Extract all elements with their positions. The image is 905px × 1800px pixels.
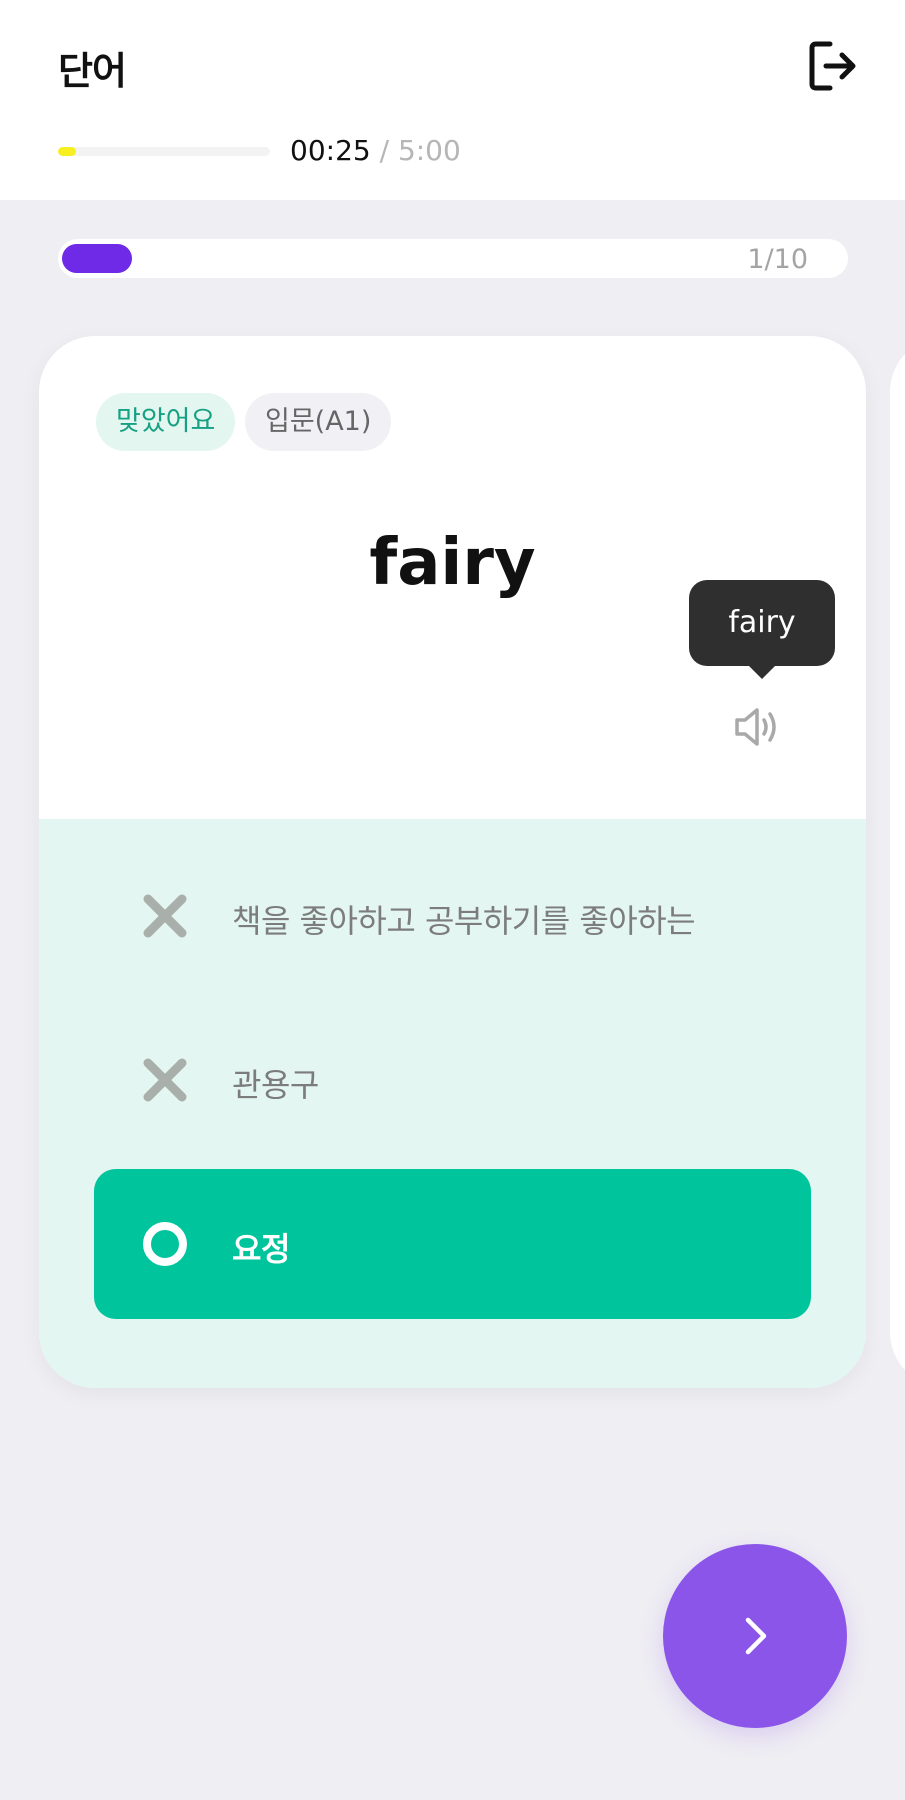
timer-readout: 00:25 / 5:00 — [290, 134, 461, 167]
answer-options: 책을 좋아하고 공부하기를 좋아하는 관용구 요정 — [39, 819, 866, 1388]
quiz-progress-label: 1/10 — [747, 244, 808, 275]
chevron-right-icon — [745, 1617, 767, 1655]
level-badge: 입문(A1) — [245, 393, 392, 451]
answer-option-text: 요정 — [232, 1230, 290, 1268]
word-card: 맞았어요 입문(A1) fairy fairy 책을 좋아하고 공부하기를 좋아… — [39, 336, 866, 1388]
timer-progress-fill — [58, 147, 76, 156]
timer-separator: / — [370, 134, 398, 167]
next-card-peek — [890, 336, 905, 1388]
answer-option-1[interactable]: 책을 좋아하고 공부하기를 좋아하는 — [94, 841, 811, 991]
timer-elapsed: 00:25 — [290, 134, 371, 167]
answer-option-text: 관용구 — [232, 1066, 319, 1104]
answer-option-3[interactable]: 요정 — [94, 1169, 811, 1319]
timer-total: 5:00 — [397, 134, 461, 167]
logout-icon — [809, 41, 856, 91]
x-icon — [143, 1058, 187, 1102]
speaker-icon — [735, 708, 776, 746]
pronunciation-tooltip: fairy — [689, 580, 835, 679]
quiz-progress-fill — [62, 244, 132, 273]
exit-button[interactable] — [800, 38, 860, 94]
answer-option-2[interactable]: 관용구 — [94, 1005, 811, 1155]
speaker-button[interactable] — [733, 706, 785, 748]
circle-icon — [143, 1222, 187, 1266]
header: 단어 00:25 / 5:00 — [0, 0, 905, 200]
result-badge: 맞았어요 — [96, 393, 236, 451]
x-icon — [143, 894, 187, 938]
page-title: 단어 — [58, 49, 127, 93]
timer-progress-bar — [58, 147, 270, 156]
quiz-progress-bar: 1/10 — [58, 239, 848, 278]
answer-option-text: 책을 좋아하고 공부하기를 좋아하는 — [232, 902, 696, 940]
next-button[interactable] — [663, 1544, 847, 1728]
